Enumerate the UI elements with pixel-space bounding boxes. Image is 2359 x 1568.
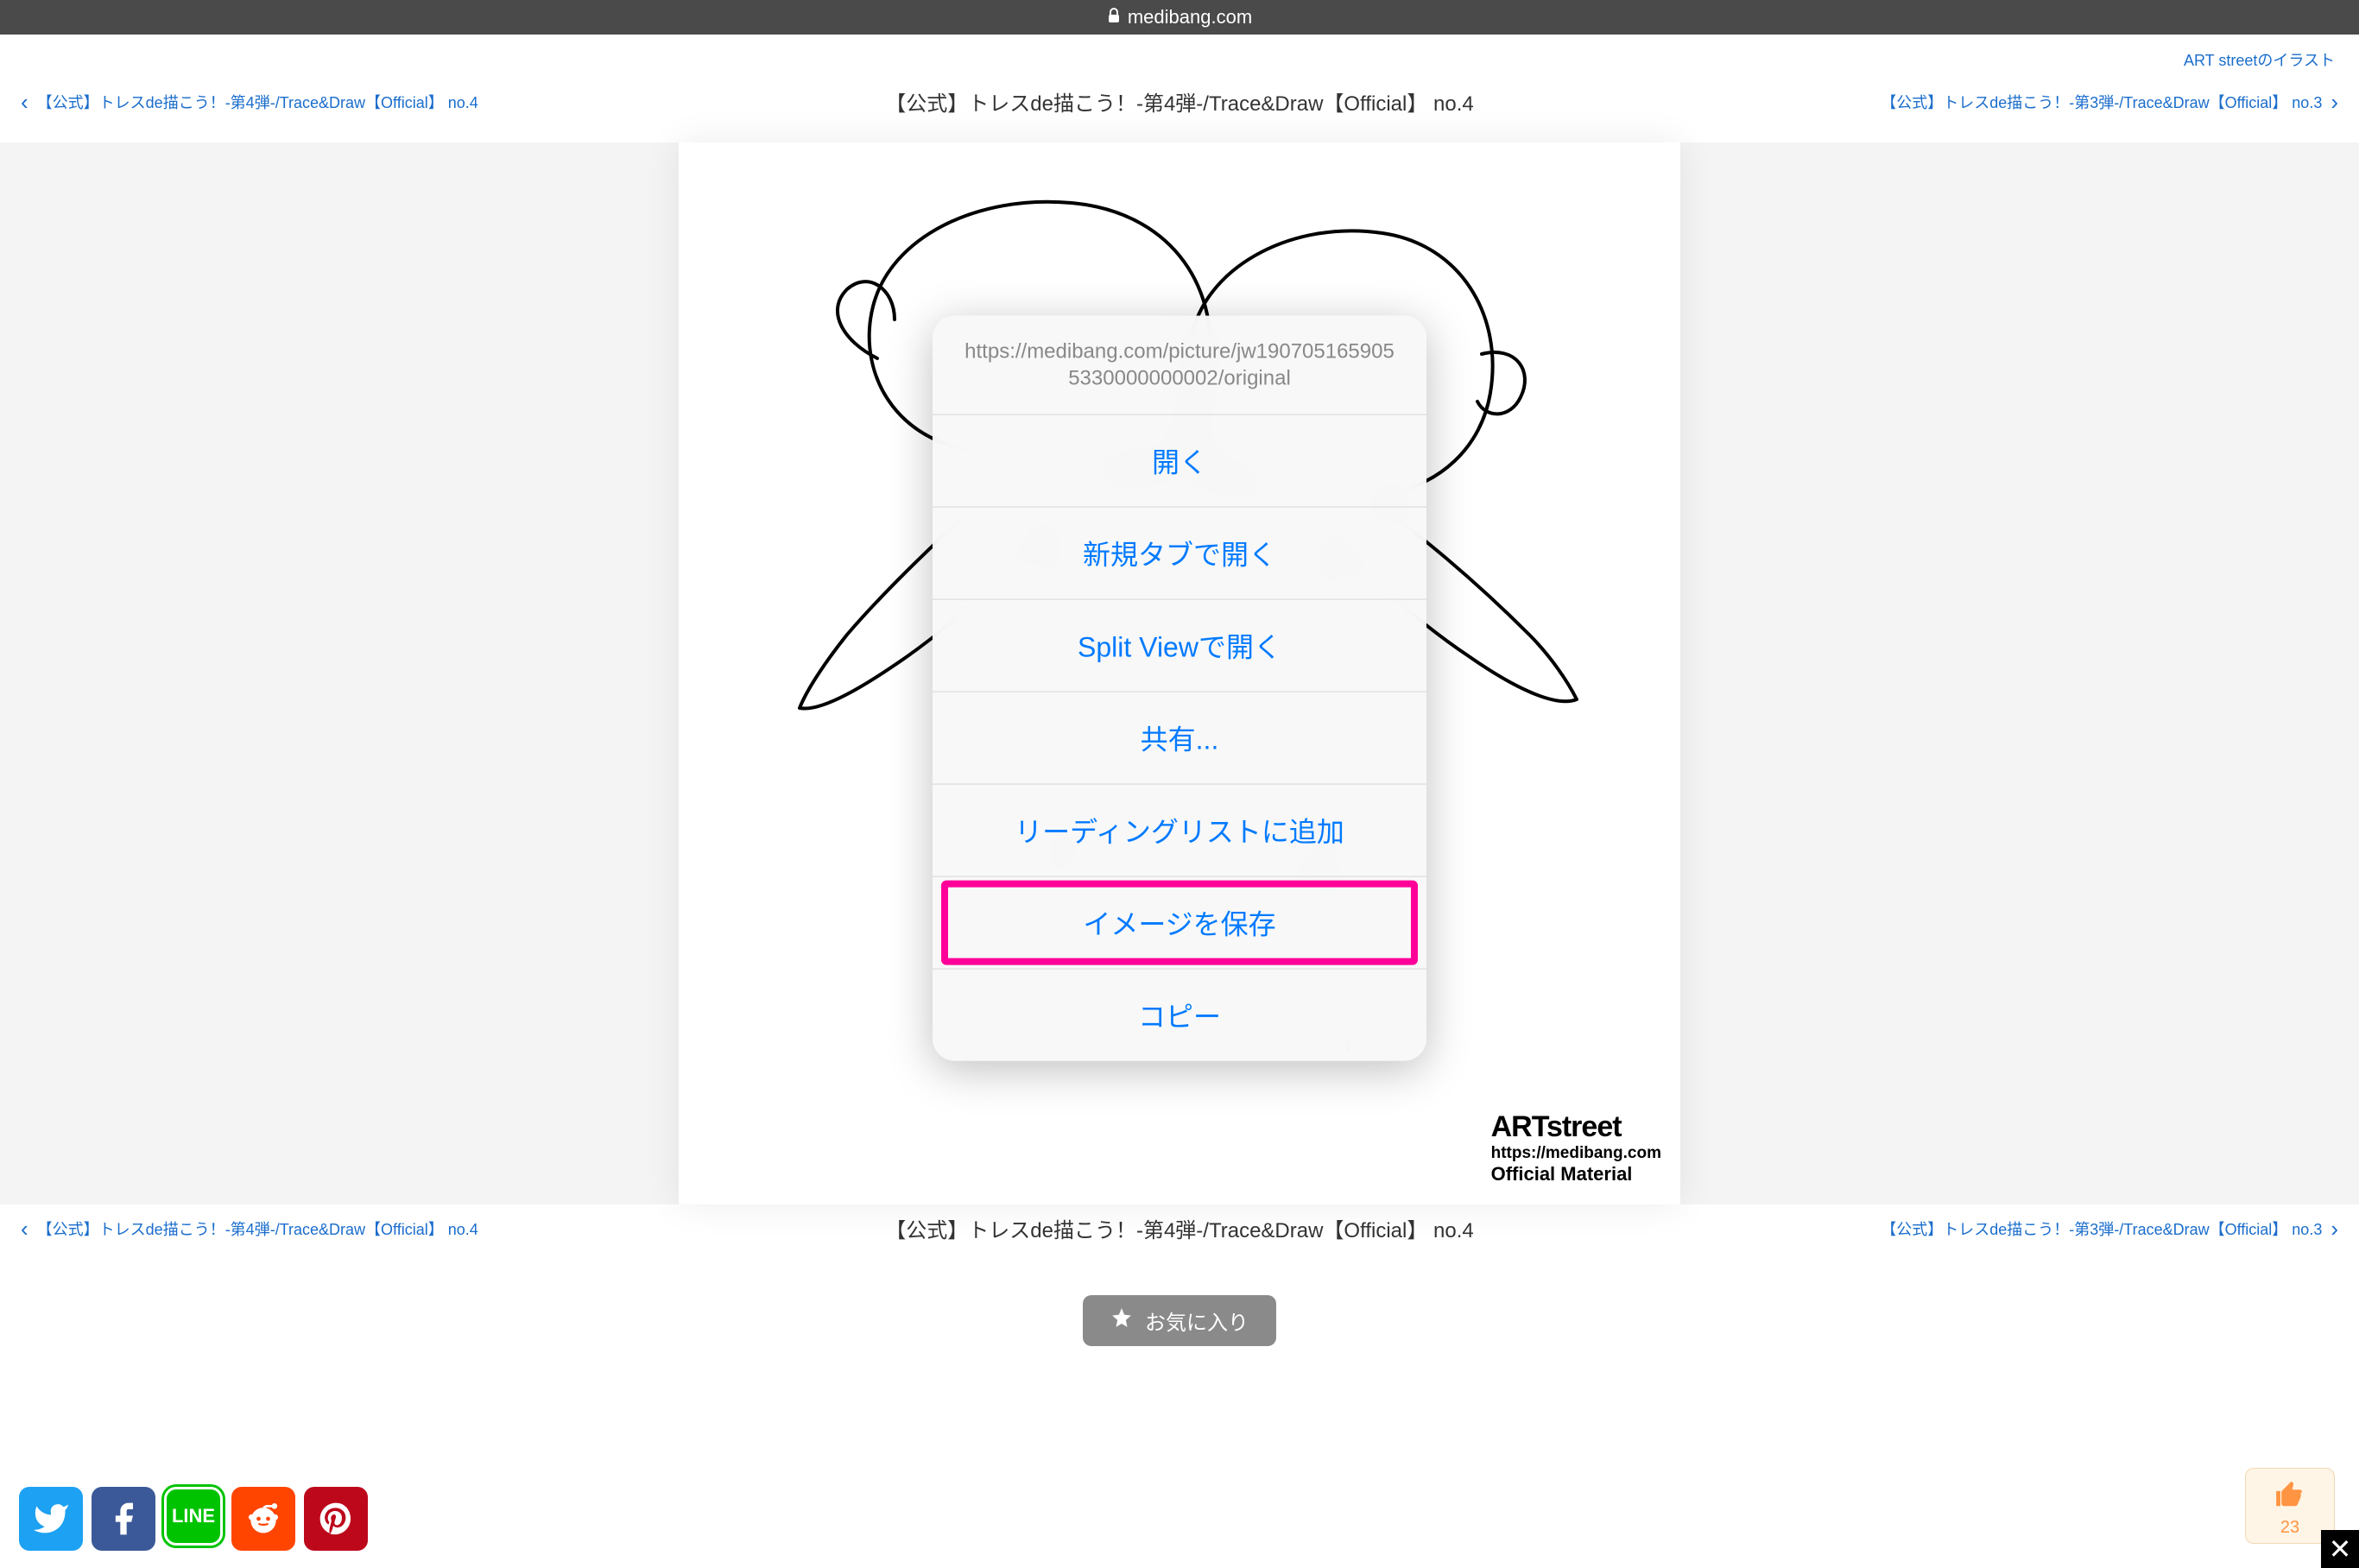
nav-prev-bottom[interactable]: ‹ 【公式】トレスde描こう！-第4弾-/Trace&Draw【Official…: [21, 1217, 478, 1240]
lock-icon: [1107, 8, 1121, 28]
menu-split-view[interactable]: Split Viewで開く: [933, 600, 1426, 692]
nav-row-bottom: ‹ 【公式】トレスde描こう！-第4弾-/Trace&Draw【Official…: [0, 1204, 2359, 1252]
thumbs-up-icon: [2272, 1477, 2308, 1516]
watermark-sub: Official Material: [1491, 1163, 1661, 1185]
close-icon: ✕: [2329, 1533, 2352, 1565]
header-link-bar: ART streetのイラスト: [0, 35, 2359, 78]
menu-new-tab[interactable]: 新規タブで開く: [933, 508, 1426, 600]
favorite-button[interactable]: お気に入り: [1083, 1295, 1276, 1346]
close-ad-button[interactable]: ✕: [2321, 1530, 2359, 1568]
menu-open[interactable]: 開く: [933, 415, 1426, 508]
browser-address-bar: medibang.com: [0, 0, 2359, 35]
chevron-right-icon: ›: [2331, 1217, 2338, 1240]
share-twitter[interactable]: [19, 1487, 83, 1551]
social-share-bar: LINE: [19, 1487, 368, 1551]
page-title-top: 【公式】トレスde描こう！-第4弾-/Trace&Draw【Official】 …: [885, 86, 1473, 117]
watermark-url: https://medibang.com: [1491, 1144, 1661, 1163]
line-label: LINE: [172, 1505, 215, 1527]
watermark-brand: ARTstreet: [1491, 1110, 1661, 1144]
nav-prev-top[interactable]: ‹ 【公式】トレスde描こう！-第4弾-/Trace&Draw【Official…: [21, 91, 478, 113]
chevron-left-icon: ‹: [21, 91, 28, 113]
nav-row-top: ‹ 【公式】トレスde描こう！-第4弾-/Trace&Draw【Official…: [0, 78, 2359, 125]
menu-share[interactable]: 共有...: [933, 692, 1426, 785]
nav-next-top[interactable]: 【公式】トレスde描こう！-第3弾-/Trace&Draw【Official】 …: [1881, 91, 2338, 113]
menu-reading-list[interactable]: リーディングリストに追加: [933, 785, 1426, 877]
nav-next-link-bottom[interactable]: 【公式】トレスde描こう！-第3弾-/Trace&Draw【Official】 …: [1881, 1217, 2322, 1240]
header-top-link[interactable]: ART streetのイラスト: [2184, 52, 2335, 69]
chevron-left-icon: ‹: [21, 1217, 28, 1240]
nav-next-link-top[interactable]: 【公式】トレスde描こう！-第3弾-/Trace&Draw【Official】 …: [1881, 91, 2322, 113]
context-menu: https://medibang.com/picture/jw190705165…: [933, 316, 1426, 1061]
main-image-area: ARTstreet https://medibang.com Official …: [0, 142, 2359, 1204]
share-reddit[interactable]: [231, 1487, 295, 1551]
context-menu-arrow-icon: [933, 629, 934, 663]
watermark: ARTstreet https://medibang.com Official …: [1491, 1110, 1661, 1185]
browser-domain: medibang.com: [1128, 6, 1252, 28]
menu-save-image[interactable]: イメージを保存: [933, 877, 1426, 970]
nav-next-bottom[interactable]: 【公式】トレスde描こう！-第3弾-/Trace&Draw【Official】 …: [1881, 1217, 2338, 1240]
page-title-bottom: 【公式】トレスde描こう！-第4弾-/Trace&Draw【Official】 …: [885, 1213, 1473, 1243]
favorite-label: お気に入り: [1145, 1306, 1249, 1336]
context-menu-url: https://medibang.com/picture/jw190705165…: [933, 316, 1426, 415]
menu-copy[interactable]: コピー: [933, 970, 1426, 1061]
chevron-right-icon: ›: [2331, 91, 2338, 113]
star-icon: [1110, 1306, 1133, 1335]
share-facebook[interactable]: [92, 1487, 155, 1551]
like-count: 23: [2272, 1518, 2308, 1538]
share-line[interactable]: LINE: [164, 1487, 223, 1546]
share-pinterest[interactable]: [304, 1487, 368, 1551]
nav-prev-link-top[interactable]: 【公式】トレスde描こう！-第4弾-/Trace&Draw【Official】 …: [37, 91, 478, 113]
nav-prev-link-bottom[interactable]: 【公式】トレスde描こう！-第4弾-/Trace&Draw【Official】 …: [37, 1217, 478, 1240]
